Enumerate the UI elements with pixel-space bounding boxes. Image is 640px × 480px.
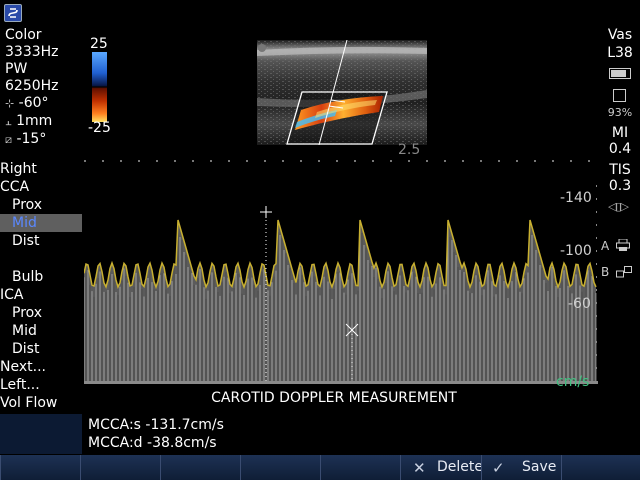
ultrasound-screen: Color 3333Hz PW 6250Hz ⊹ -60° ⫠ 1mm ⧄ -1… xyxy=(0,0,640,480)
color-mode-label: Color xyxy=(5,27,42,43)
save-button[interactable]: ✓ Save xyxy=(481,455,561,480)
color-scale-bar xyxy=(92,52,107,122)
velocity-scale-ruler xyxy=(596,185,597,380)
marker-b-label: B xyxy=(601,265,610,279)
gate-size-icon: ⫠ xyxy=(5,115,12,128)
color-scale-bottom-label: -25 xyxy=(88,120,111,136)
softkey-2[interactable] xyxy=(80,455,160,480)
save-label: Save xyxy=(522,459,557,475)
save-check-icon: ✓ xyxy=(492,459,505,477)
delete-button[interactable]: ✕ Delete xyxy=(400,455,483,480)
steer-angle-icon: ⊹ xyxy=(5,97,15,110)
nav-item-bulb-6[interactable]: Bulb xyxy=(0,268,82,286)
pw-mode-label: PW xyxy=(5,61,28,77)
correction-angle-icon: ⧄ xyxy=(5,133,12,146)
transducer-label: L38 xyxy=(607,45,633,61)
measurement-results: MCCA:s -131.7cm/s MCCA:d -38.8cm/s xyxy=(82,416,400,454)
steer-angle-row: ⊹ -60° xyxy=(5,95,49,112)
pw-prf-value: 6250Hz xyxy=(5,78,59,94)
nav-item-mid-3[interactable]: Mid xyxy=(0,214,82,232)
measurement-systolic: MCCA:s -131.7cm/s xyxy=(88,417,224,433)
nav-item-right-0[interactable]: Right xyxy=(0,160,82,178)
disk-percent: 93% xyxy=(607,106,633,119)
correction-angle-value: -15° xyxy=(16,131,47,147)
spectral-doppler-trace[interactable] xyxy=(83,160,600,385)
battery-icon xyxy=(609,68,631,79)
delete-x-icon: ✕ xyxy=(413,459,426,477)
nav-item-cca-1[interactable]: CCA xyxy=(0,178,82,196)
app-logo-icon xyxy=(4,4,22,22)
nav-item-prox-8[interactable]: Prox xyxy=(0,304,82,322)
nav-item-volflow-13[interactable]: Vol Flow xyxy=(0,394,82,412)
mi-label: MI xyxy=(611,125,629,141)
mi-value: 0.4 xyxy=(608,141,632,157)
softkey-8[interactable] xyxy=(561,455,640,480)
disk-icon xyxy=(613,89,626,102)
nav-item-next-11[interactable]: Next... xyxy=(0,358,82,376)
export-icon[interactable] xyxy=(616,263,632,278)
nav-item-ica-7[interactable]: ICA xyxy=(0,286,82,304)
color-prf-value: 3333Hz xyxy=(5,44,59,60)
nav-item-dist-10[interactable]: Dist xyxy=(0,340,82,358)
delete-label: Delete xyxy=(437,459,483,475)
softkey-1[interactable] xyxy=(0,455,80,480)
velocity-tick-60: -60 xyxy=(568,296,591,312)
nav-item-dist-4[interactable]: Dist xyxy=(0,232,82,250)
gate-size-row: ⫠ 1mm xyxy=(5,113,52,130)
steer-angle-value: -60° xyxy=(18,95,49,111)
scroll-arrows-icon[interactable]: ◁▯▷ xyxy=(608,200,629,213)
depth-label: 2.5 xyxy=(398,142,421,158)
printer-icon[interactable] xyxy=(616,236,630,251)
softkey-4[interactable] xyxy=(240,455,320,480)
marker-a-label: A xyxy=(601,239,610,253)
nav-item-mid-9[interactable]: Mid xyxy=(0,322,82,340)
velocity-tick-140: -140 xyxy=(560,190,592,206)
left-panel-footer xyxy=(0,414,82,454)
nav-item-left-12[interactable]: Left... xyxy=(0,376,82,394)
color-scale-top-label: 25 xyxy=(90,36,108,52)
velocity-tick-100: -100 xyxy=(560,243,592,259)
correction-angle-row: ⧄ -15° xyxy=(5,131,46,148)
tis-value: 0.3 xyxy=(608,178,632,194)
gate-size-value: 1mm xyxy=(16,113,53,129)
softkey-3[interactable] xyxy=(160,455,240,480)
doppler-baseline xyxy=(84,381,598,384)
preset-label: Vas xyxy=(607,27,633,43)
b-mode-image[interactable] xyxy=(257,39,427,146)
tis-label: TIS xyxy=(609,162,631,178)
doppler-title: CAROTID DOPPLER MEASUREMENT xyxy=(211,390,457,406)
softkey-5[interactable] xyxy=(320,455,400,480)
nav-item-prox-2[interactable]: Prox xyxy=(0,196,82,214)
measurement-nav: Right CCA Prox Mid Dist Bulb ICA Prox Mid Dist Nex… xyxy=(0,160,82,414)
measurement-diastolic: MCCA:d -38.8cm/s xyxy=(88,435,217,451)
systolic-caliper-marker xyxy=(260,206,272,218)
velocity-unit-label: cm/s xyxy=(556,374,590,390)
